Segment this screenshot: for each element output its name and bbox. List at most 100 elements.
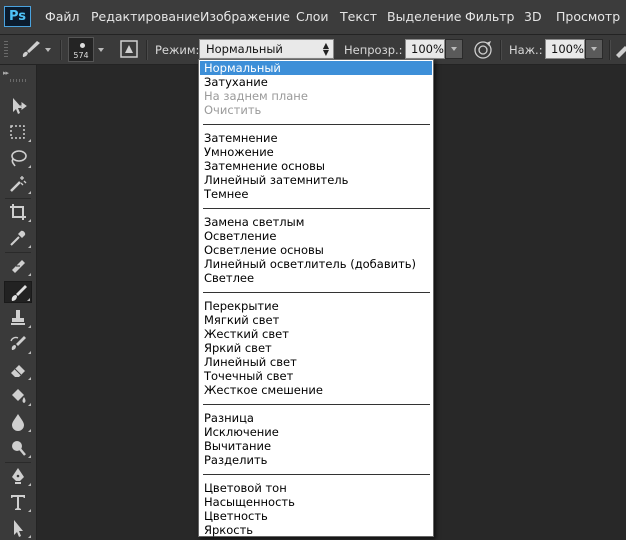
brush-size-picker[interactable]: 574 <box>68 37 94 62</box>
blend-mode-option[interactable]: Разница <box>200 411 432 425</box>
blend-mode-option[interactable]: Мягкий свет <box>200 313 432 327</box>
brush-panel-icon <box>120 40 138 58</box>
menu-view[interactable]: Просмотр <box>556 9 620 24</box>
menu-separator <box>203 404 430 405</box>
submenu-corner-icon <box>28 139 31 142</box>
blend-mode-option[interactable]: Яркость <box>200 523 432 537</box>
marquee-tool-icon[interactable] <box>4 121 32 143</box>
type-tool-icon[interactable] <box>4 491 32 513</box>
blend-mode-option[interactable]: Линейный осветлитель (добавить) <box>200 257 432 271</box>
blend-mode-option[interactable]: Жесткое смешение <box>200 383 432 397</box>
brush-size-value: 574 <box>73 51 89 60</box>
menu-type[interactable]: Текст <box>340 9 377 24</box>
blur-tool-icon[interactable] <box>4 411 32 433</box>
blend-mode-select[interactable]: Нормальный ▲ ▼ <box>199 39 334 59</box>
menu-select[interactable]: Выделение <box>387 9 461 24</box>
magic-wand-tool-icon[interactable] <box>4 173 32 195</box>
submenu-corner-icon <box>28 377 31 380</box>
menu-edit[interactable]: Редактирование <box>91 9 200 24</box>
chevron-down-icon <box>45 48 51 52</box>
lasso-tool-icon[interactable] <box>4 147 32 169</box>
menu-bar: Ps Файл Редактирование Изображение Слои … <box>0 0 626 35</box>
path-selection-tool-icon[interactable] <box>4 517 32 539</box>
blend-mode-option[interactable]: Яркий свет <box>200 341 432 355</box>
toolbar-divider <box>5 198 31 199</box>
separator <box>146 40 148 60</box>
submenu-corner-icon <box>28 351 31 354</box>
healing-brush-tool-icon[interactable] <box>4 255 32 277</box>
submenu-corner-icon <box>28 273 31 276</box>
blend-mode-option[interactable]: Затухание <box>200 75 432 89</box>
airbrush-icon <box>616 46 626 58</box>
flow-dropdown-button[interactable] <box>585 39 603 59</box>
blend-mode-option[interactable]: Осветление <box>200 229 432 243</box>
blend-mode-option[interactable]: Темнее <box>200 187 432 201</box>
brush-panel-toggle-button[interactable] <box>120 40 138 58</box>
submenu-corner-icon <box>28 403 31 406</box>
submenu-corner-icon <box>28 483 31 486</box>
submenu-corner-icon <box>28 509 31 512</box>
submenu-corner-icon <box>28 429 31 432</box>
opacity-field[interactable]: 100% <box>405 39 445 59</box>
blend-mode-option[interactable]: Точечный свет <box>200 369 432 383</box>
crop-tool-icon[interactable] <box>4 201 32 223</box>
tools-panel-grip[interactable] <box>10 79 26 82</box>
photoshop-logo: Ps <box>4 6 31 27</box>
blend-mode-option[interactable]: Светлее <box>200 271 432 285</box>
tools-panel: ▸▸ <box>0 65 37 540</box>
options-bar-grip[interactable] <box>4 41 8 59</box>
menu-filter[interactable]: Фильтр <box>465 9 514 24</box>
separator <box>60 40 62 60</box>
move-tool-icon[interactable] <box>4 95 32 117</box>
blend-mode-option[interactable]: Затемнение <box>200 131 432 145</box>
blend-mode-option: На заднем плане <box>204 89 308 103</box>
menu-separator <box>203 124 430 125</box>
clone-stamp-tool-icon[interactable] <box>4 307 32 329</box>
submenu-corner-icon <box>28 165 31 168</box>
flow-field[interactable]: 100% <box>545 39 585 59</box>
opacity-value: 100% <box>411 42 444 56</box>
blend-mode-option[interactable]: Замена светлым <box>200 215 432 229</box>
menu-image[interactable]: Изображение <box>200 9 290 24</box>
menu-separator <box>203 208 430 209</box>
tool-preset-picker[interactable] <box>18 38 52 60</box>
history-brush-tool-icon[interactable] <box>4 333 32 355</box>
blend-mode-option[interactable]: Разделить <box>200 453 432 467</box>
expand-panel-icon[interactable]: ▸▸ <box>3 69 9 77</box>
submenu-corner-icon <box>28 455 31 458</box>
blend-mode-dropdown-list: Нормальный Затухание На заднем плане Очисти… <box>198 59 434 537</box>
blend-mode-option[interactable]: Вычитание <box>200 439 432 453</box>
blend-mode-option[interactable]: Перекрытие <box>200 299 432 313</box>
brush-tip-icon <box>80 43 85 48</box>
blend-mode-option[interactable]: Цветность <box>200 509 432 523</box>
submenu-corner-icon <box>28 535 31 538</box>
airbrush-button[interactable] <box>613 39 626 61</box>
menu-3d[interactable]: 3D <box>524 9 542 24</box>
blend-mode-option[interactable]: Осветление основы <box>200 243 432 257</box>
pen-tool-icon[interactable] <box>4 465 32 487</box>
blend-mode-option[interactable]: Затемнение основы <box>200 159 432 173</box>
blend-mode-option[interactable]: Цветовой тон <box>200 481 432 495</box>
menu-file[interactable]: Файл <box>45 9 80 24</box>
flow-value: 100% <box>551 42 584 56</box>
blend-mode-option[interactable]: Линейный затемнитель <box>200 173 432 187</box>
blend-mode-option[interactable]: Исключение <box>200 425 432 439</box>
eraser-tool-icon[interactable] <box>4 359 32 381</box>
menu-separator <box>203 474 430 475</box>
blend-mode-option: Очистить <box>204 103 262 117</box>
blend-mode-option[interactable]: Нормальный <box>200 61 432 75</box>
menu-layers[interactable]: Слои <box>296 9 329 24</box>
chevron-down-icon[interactable] <box>98 48 104 52</box>
pressure-opacity-button[interactable] <box>472 39 494 61</box>
dodge-tool-icon[interactable] <box>4 437 32 459</box>
blend-mode-option[interactable]: Насыщенность <box>200 495 432 509</box>
blend-mode-option[interactable]: Жесткий свет <box>200 327 432 341</box>
blend-mode-option[interactable]: Линейный свет <box>200 355 432 369</box>
toolbar-divider <box>5 462 31 463</box>
eyedropper-tool-icon[interactable] <box>4 227 32 249</box>
blend-mode-option[interactable]: Умножение <box>200 145 432 159</box>
brush-tool-icon[interactable] <box>4 281 32 303</box>
opacity-dropdown-button[interactable] <box>445 39 463 59</box>
updown-arrows-icon: ▲ ▼ <box>322 41 329 57</box>
paint-bucket-tool-icon[interactable] <box>4 385 32 407</box>
